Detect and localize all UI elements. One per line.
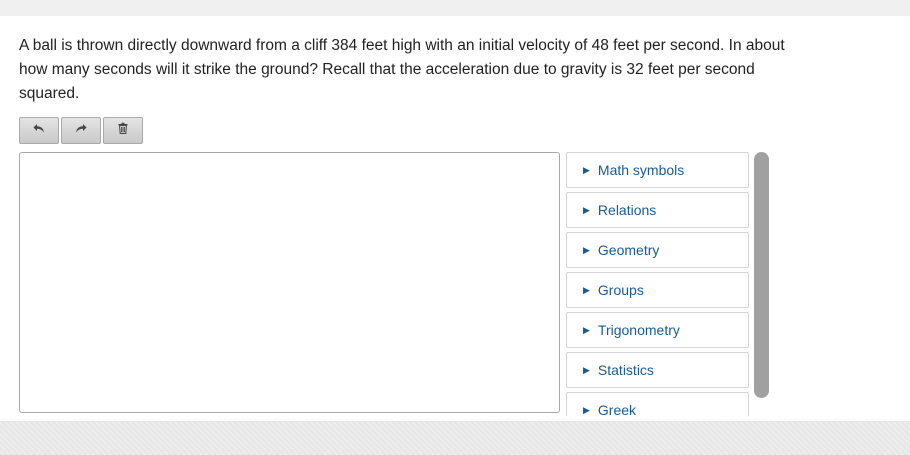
palette-item-label: Groups [597,282,644,298]
palette-item-label: Math symbols [597,162,685,178]
question-text: A ball is thrown directly downward from … [19,37,785,102]
caret-right-icon: ▶ [583,244,590,255]
bottom-strip [0,421,910,455]
palette-item-groups[interactable]: ▶ Groups [566,272,749,308]
editor-toolbar [19,117,143,144]
palette-item-statistics[interactable]: ▶ Statistics [566,352,749,388]
caret-right-icon: ▶ [583,204,590,215]
palette-item-label: Geometry [597,242,660,258]
redo-icon [74,121,88,140]
symbol-palette: ▶ Math symbols ▶ Relations ▶ Geometry ▶ … [566,152,749,416]
palette-item-relations[interactable]: ▶ Relations [566,192,749,228]
trash-icon [116,121,130,140]
question-panel: A ball is thrown directly downward from … [0,16,910,421]
caret-right-icon: ▶ [583,284,590,295]
redo-button[interactable] [61,117,101,144]
caret-right-icon: ▶ [583,404,590,415]
caret-right-icon: ▶ [583,364,590,375]
answer-input[interactable] [19,152,560,413]
palette-item-trigonometry[interactable]: ▶ Trigonometry [566,312,749,348]
palette-item-label: Greek [597,402,637,416]
palette-item-math-symbols[interactable]: ▶ Math symbols [566,152,749,188]
top-strip [0,0,910,16]
caret-right-icon: ▶ [583,164,590,175]
palette-item-label: Relations [597,202,657,218]
palette-item-greek[interactable]: ▶ Greek [566,392,749,416]
palette-item-label: Statistics [597,362,654,378]
palette-scrollbar[interactable] [754,152,769,398]
undo-icon [32,121,46,140]
undo-button[interactable] [19,117,59,144]
palette-item-label: Trigonometry [597,322,680,338]
caret-right-icon: ▶ [583,324,590,335]
palette-item-geometry[interactable]: ▶ Geometry [566,232,749,268]
clear-button[interactable] [103,117,143,144]
